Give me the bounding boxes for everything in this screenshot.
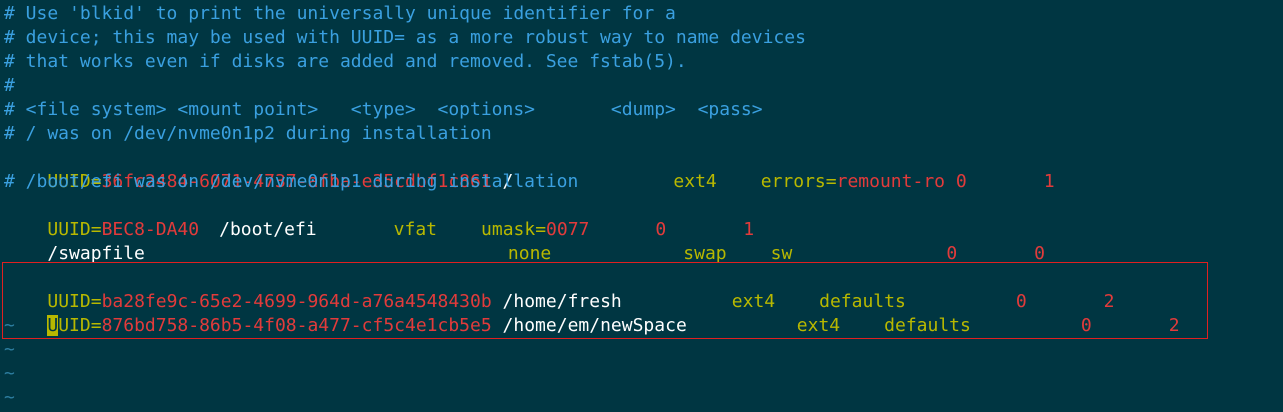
comment-line: # device; this may be used with UUID= as… (4, 27, 806, 48)
comment-line: # Use 'blkid' to print the universally u… (4, 3, 676, 24)
comment-line: # / was on /dev/nvme0n1p2 during install… (4, 123, 492, 144)
empty-line-tilde: ~ (4, 315, 15, 336)
mount-point: none (507, 243, 552, 264)
fstab-entry-fresh[interactable]: UUID=ba28fe9c-65e2-4699-964d-a76a4548430… (4, 266, 1114, 312)
comment-line: # (4, 75, 15, 96)
fs-type: ext4 (673, 171, 717, 192)
pass-value: 1 (1043, 171, 1055, 192)
empty-line-tilde: ~ (4, 363, 15, 384)
terminal-editor[interactable]: # Use 'blkid' to print the universally u… (0, 0, 1283, 412)
option-equals: = (825, 171, 837, 192)
mount-point: /home/em/newSpace (502, 315, 687, 336)
option-key: errors (760, 171, 826, 192)
pass-value: 2 (1168, 315, 1180, 336)
dump-value: 0 (955, 171, 967, 192)
empty-line-tilde: ~ (4, 339, 15, 360)
uuid-value: 876bd758-86b5-4f08-a477-cf5c4e1cb5e5 (101, 315, 492, 336)
equals-sign: = (90, 315, 102, 336)
comment-line: # /boot/efi was on /dev/nvme0n1p1 during… (4, 171, 579, 192)
empty-line-tilde: ~ (4, 387, 15, 408)
uuid-key: UID (58, 315, 91, 336)
fstab-entry-root[interactable]: UUID=36fc2484-6071-4737-afba-e35cdbf1c86… (4, 146, 1054, 192)
pass-value: 0 (1034, 243, 1045, 264)
fs-type: ext4 (796, 315, 841, 336)
dump-value: 0 (1080, 315, 1092, 336)
device-path: /swapfile (47, 243, 145, 264)
comment-line: # that works even if disks are added and… (4, 51, 687, 72)
fstab-entry-newspace[interactable]: UUID=876bd758-86b5-4f08-a477-cf5c4e1cb5e… (4, 290, 1180, 336)
comment-line: # <file system> <mount point> <type> <op… (4, 99, 763, 120)
fstab-entry-swap[interactable]: /swapfile none swap sw 0 0 (4, 218, 1045, 264)
option-value: sw (770, 243, 793, 264)
dump-value: 0 (946, 243, 958, 264)
option-value: remount-ro (836, 171, 945, 192)
fs-type: swap (683, 243, 727, 264)
option-value: defaults (884, 315, 971, 336)
text-cursor: U (47, 315, 59, 336)
fstab-entry-efi[interactable]: UUID=BEC8-DA40/boot/efi vfat umask=0077 0 1 (4, 194, 754, 240)
